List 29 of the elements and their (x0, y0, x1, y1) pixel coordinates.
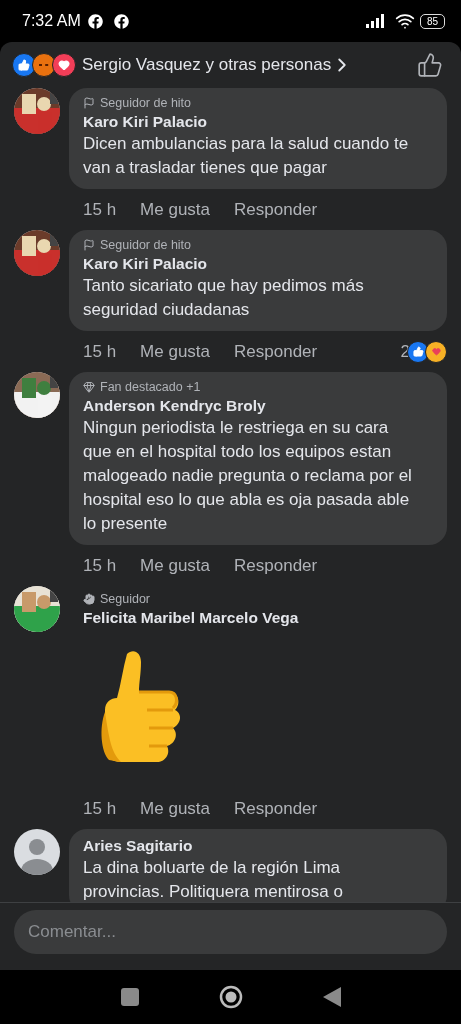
comment-text: La dina boluarte de la región Lima provincias. Politiquera mentirosa o (83, 857, 344, 902)
author-name[interactable]: Anderson Kendryc Broly (83, 395, 433, 416)
status-time: 7:32 AM (22, 12, 81, 30)
comment-text: Tanto sicariato que hay pedimos más seguridad ciudadanas (83, 275, 365, 321)
like-link[interactable]: Me gusta (140, 555, 211, 576)
comment-input[interactable]: Comentar... (14, 910, 447, 954)
reply-link[interactable]: Responder (234, 199, 318, 220)
badge-label: Seguidor de hito (100, 95, 192, 110)
comment-time: 15 h (83, 341, 117, 362)
badge-label: Fan destacado +1 (100, 379, 201, 394)
comment-time: 15 h (83, 199, 117, 220)
comment-text: Dicen ambulancias para la salud cuando te van a trasladar tienes que pagar (83, 133, 410, 179)
comment-text: Ningun periodista le restriega en su cara que en el hospital todo los equipos estan malogeado nadie pregunta o reclama por el hospital eso lo que abla es oja pasada able lo presente (83, 417, 413, 535)
author-name[interactable]: Karo Kiri Palacio (83, 111, 433, 132)
like-link[interactable]: Me gusta (140, 199, 211, 220)
author-name[interactable]: Karo Kiri Palacio (83, 253, 433, 274)
badge-label: Seguidor de hito (100, 237, 192, 252)
reply-link[interactable]: Responder (234, 555, 318, 576)
comment-time: 15 h (83, 555, 117, 576)
comment-time: 15 h (83, 798, 117, 819)
author-name[interactable]: Felicita Maribel Marcelo Vega (83, 607, 433, 628)
reactors-link[interactable]: Sergio Vasquez y otras personas (82, 55, 332, 75)
battery-icon: 85 (419, 13, 445, 29)
reply-link[interactable]: Responder (234, 341, 318, 362)
like-link[interactable]: Me gusta (140, 341, 211, 362)
badge-label: Seguidor (100, 591, 151, 606)
reply-link[interactable]: Responder (234, 798, 318, 819)
author-name[interactable]: Aries Sagitario (83, 835, 433, 856)
like-link[interactable]: Me gusta (140, 798, 211, 819)
